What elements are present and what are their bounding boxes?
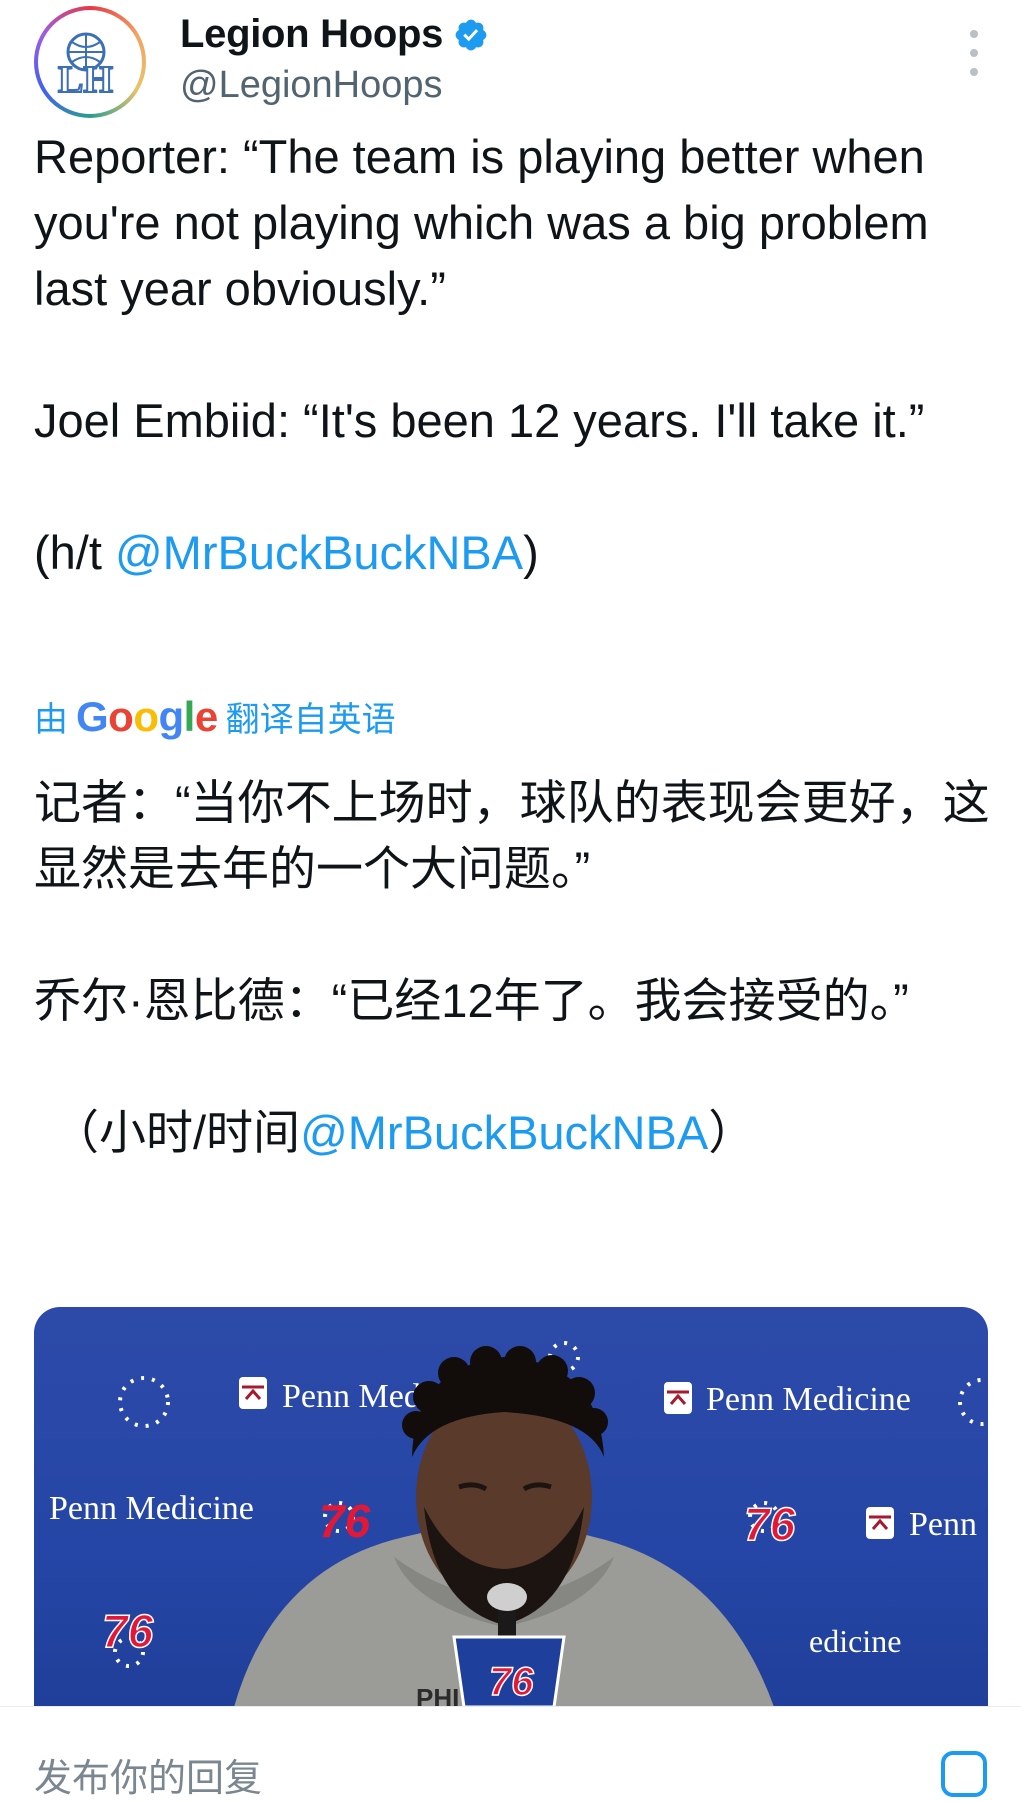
sponsor-text-partial: edicine [809, 1623, 901, 1659]
tweet-hat-tip: (h/t @MrBuckBuckNBA) [34, 526, 539, 579]
svg-text:LH: LH [58, 59, 113, 101]
team-logo-76: 76 [102, 1605, 154, 1657]
translated-paragraph-embiid: 乔尔·恩比德：“已经12年了。我会接受的。” [34, 974, 909, 1027]
sponsor-logo: Penn [866, 1506, 977, 1543]
avatar[interactable]: LH [34, 6, 146, 118]
team-logo-76: 76 [744, 1498, 796, 1550]
legion-hoops-logo-icon: LH [57, 32, 114, 102]
press-conference-photo: Penn Medicine Penn Medicine Penn Medicin… [49, 1341, 988, 1707]
mic-flag-76: 76 [489, 1660, 534, 1704]
tweet-paragraph-embiid: Joel Embiid: “It's been 12 years. I'll t… [34, 394, 925, 447]
translation-credit[interactable]: 由 Google 翻译自英语 [34, 692, 396, 741]
svg-text:Penn Medicine: Penn Medicine [706, 1381, 911, 1418]
tweet-media[interactable]: Penn Medicine Penn Medicine Penn Medicin… [34, 1307, 988, 1707]
reply-bar: 发布你的回复 [0, 1706, 1021, 1800]
translated-text: 记者：“当你不上场时，球队的表现会更好，这显然是去年的一个大问题。” 乔尔·恩比… [34, 770, 994, 1166]
team-logo-76: 76 [319, 1495, 371, 1547]
verified-badge-icon [455, 19, 487, 50]
translated-paragraph-reporter: 记者：“当你不上场时，球队的表现会更好，这显然是去年的一个大问题。” [34, 776, 990, 895]
camera-icon[interactable] [941, 1751, 987, 1797]
tweet-header: LH Legion Hoops @LegionHoops [34, 6, 989, 118]
mention-link[interactable]: @MrBuckBuckNBA [115, 526, 523, 579]
user-handle[interactable]: @LegionHoops [180, 64, 443, 107]
svg-text:PHI: PHI [416, 1683, 459, 1707]
display-name[interactable]: Legion Hoops [180, 12, 443, 57]
translated-mention-link[interactable]: @MrBuckBuckNBA [300, 1106, 708, 1159]
tweet-text: Reporter: “The team is playing better wh… [34, 124, 994, 586]
more-options-icon[interactable] [959, 30, 989, 76]
reply-input[interactable]: 发布你的回复 [34, 1747, 262, 1802]
translated-hat-tip: （小时/时间@MrBuckBuckNBA） [52, 1106, 756, 1159]
sponsor-logo: Penn Medicine [49, 1490, 254, 1527]
svg-text:Penn: Penn [909, 1506, 977, 1543]
google-logo: Google [76, 692, 218, 740]
sponsor-logo: Penn Medicine [664, 1381, 911, 1418]
tweet-paragraph-reporter: Reporter: “The team is playing better wh… [34, 130, 929, 315]
svg-text:Penn Medicine: Penn Medicine [49, 1490, 254, 1527]
